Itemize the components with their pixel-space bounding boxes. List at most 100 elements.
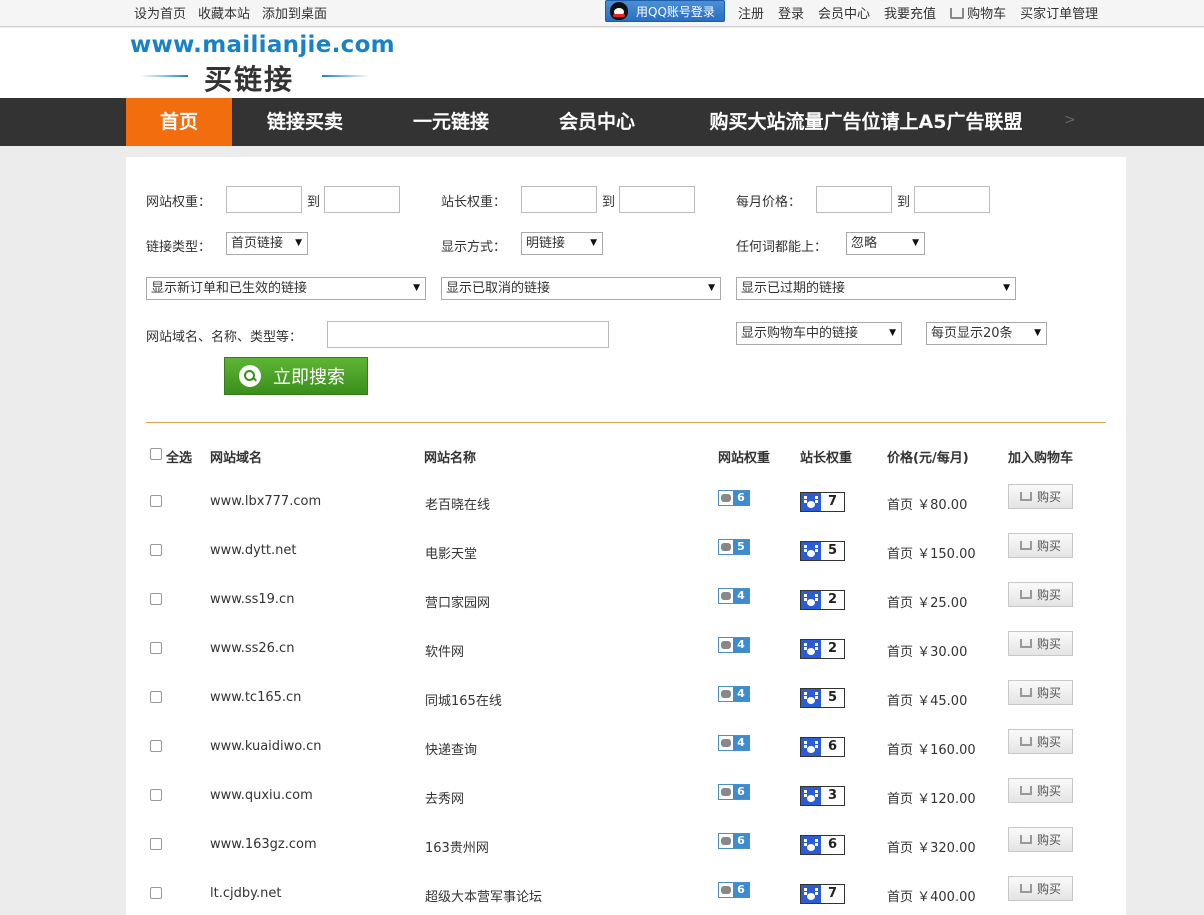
- price-max-input[interactable]: [914, 186, 990, 213]
- cart-icon: [1019, 639, 1032, 648]
- buy-label: 购买: [1036, 833, 1061, 847]
- site-weight-value: 4: [733, 736, 749, 750]
- any-word-label: 任何词都能上：: [736, 240, 828, 255]
- cart-link[interactable]: 购物车: [950, 3, 1006, 22]
- row-domain[interactable]: www.dytt.net: [210, 543, 296, 558]
- select-all-checkbox[interactable]: [150, 448, 162, 460]
- keyword-label: 网站域名、名称、类型等：: [146, 330, 303, 345]
- paw-icon: [801, 493, 821, 511]
- table-row: www.kuaidiwo.cn 快递查询 4 6 首页 ￥160.00 购买: [126, 722, 1126, 771]
- row-checkbox[interactable]: [150, 887, 162, 899]
- any-word-select[interactable]: 忽略 ▼: [846, 232, 925, 255]
- row-checkbox[interactable]: [150, 740, 162, 752]
- row-site-name: 营口家园网: [425, 596, 491, 611]
- row-checkbox[interactable]: [150, 495, 162, 507]
- buy-button[interactable]: 购买: [1008, 582, 1073, 607]
- nav-a5-ad[interactable]: 购买大站流量广告位请上A5广告联盟: [690, 98, 1042, 146]
- buy-button[interactable]: 购买: [1008, 484, 1073, 509]
- weight-icon: [719, 540, 733, 554]
- row-domain[interactable]: www.ss19.cn: [210, 592, 294, 607]
- row-checkbox[interactable]: [150, 789, 162, 801]
- order-status-value: 显示新订单和已生效的链接: [151, 281, 308, 296]
- cancelled-select[interactable]: 显示已取消的链接 ▼: [441, 277, 721, 300]
- row-domain[interactable]: www.tc165.cn: [210, 690, 301, 705]
- display-mode-value: 明链接: [526, 236, 566, 251]
- search-button[interactable]: 立即搜索: [224, 357, 368, 395]
- row-domain[interactable]: www.lbx777.com: [210, 494, 321, 509]
- expired-select[interactable]: 显示已过期的链接 ▼: [736, 277, 1016, 300]
- buy-button[interactable]: 购买: [1008, 631, 1073, 656]
- recharge-link[interactable]: 我要充值: [884, 3, 936, 22]
- row-checkbox[interactable]: [150, 691, 162, 703]
- site-weight-value: 5: [733, 540, 749, 554]
- owner-weight-value: 6: [827, 837, 838, 852]
- qq-login-button[interactable]: 用QQ账号登录: [605, 0, 725, 22]
- login-link[interactable]: 登录: [778, 3, 804, 22]
- owner-weight-max-input[interactable]: [619, 186, 695, 213]
- header-domain: 网站域名: [210, 451, 263, 466]
- nav-home[interactable]: 首页: [126, 98, 232, 146]
- select-all-label[interactable]: 全选: [166, 447, 192, 466]
- row-checkbox[interactable]: [150, 593, 162, 605]
- owner-weight-min-input[interactable]: [521, 186, 597, 213]
- row-domain[interactable]: www.quxiu.com: [210, 788, 313, 803]
- row-checkbox[interactable]: [150, 544, 162, 556]
- set-homepage-link[interactable]: 设为首页: [134, 3, 186, 22]
- row-price: 首页 ￥25.00: [887, 596, 968, 611]
- weight-icon: [719, 638, 733, 652]
- chevron-down-icon: ▼: [1003, 283, 1010, 293]
- row-domain[interactable]: www.ss26.cn: [210, 641, 294, 656]
- display-mode-select[interactable]: 明链接 ▼: [521, 232, 603, 255]
- buy-button[interactable]: 购买: [1008, 778, 1073, 803]
- row-domain[interactable]: www.163gz.com: [210, 837, 317, 852]
- keyword-input[interactable]: [327, 321, 609, 348]
- member-center-link[interactable]: 会员中心: [818, 3, 870, 22]
- link-type-label: 链接类型：: [146, 240, 212, 255]
- owner-weight-badge: 3: [800, 786, 845, 806]
- search-button-label: 立即搜索: [273, 367, 345, 388]
- site-weight-value: 4: [733, 638, 749, 652]
- nav-link-trade[interactable]: 链接买卖: [250, 98, 360, 146]
- per-page-select[interactable]: 每页显示20条 ▼: [926, 322, 1047, 345]
- row-site-name: 快递查询: [425, 743, 478, 758]
- buy-button[interactable]: 购买: [1008, 680, 1073, 705]
- row-checkbox[interactable]: [150, 838, 162, 850]
- owner-weight-value: 3: [827, 788, 838, 803]
- add-desktop-link[interactable]: 添加到桌面: [262, 3, 327, 22]
- site-weight-max-input[interactable]: [324, 186, 400, 213]
- nav-one-yuan[interactable]: 一元链接: [396, 98, 506, 146]
- link-type-select[interactable]: 首页链接 ▼: [226, 232, 308, 255]
- row-site-name: 电影天堂: [425, 547, 478, 562]
- paw-icon: [801, 689, 821, 707]
- order-status-select[interactable]: 显示新订单和已生效的链接 ▼: [146, 277, 426, 300]
- header-name: 网站名称: [424, 451, 477, 466]
- chevron-down-icon: ▼: [889, 328, 896, 338]
- table-row: lt.cjdby.net 超级大本营军事论坛 6 7 首页 ￥400.00 购买: [126, 869, 1126, 915]
- nav-more-arrow[interactable]: >: [1064, 112, 1076, 128]
- bookmark-link[interactable]: 收藏本站: [198, 3, 250, 22]
- table-row: www.ss19.cn 营口家园网 4 2 首页 ￥25.00 购买: [126, 575, 1126, 624]
- logo-url[interactable]: www.mailianjie.com: [130, 32, 395, 58]
- owner-weight-badge: 6: [800, 737, 845, 757]
- row-domain[interactable]: lt.cjdby.net: [210, 886, 281, 901]
- cart-icon: [1019, 737, 1032, 746]
- site-weight-min-input[interactable]: [226, 186, 302, 213]
- price-min-input[interactable]: [816, 186, 892, 213]
- top-bar: 设为首页 收藏本站 添加到桌面 用QQ账号登录 注册 登录 会员中心 我要充值 …: [0, 0, 1204, 27]
- logo-cn[interactable]: 买链接: [204, 58, 294, 98]
- buy-label: 购买: [1036, 784, 1061, 798]
- row-checkbox[interactable]: [150, 642, 162, 654]
- buy-button[interactable]: 购买: [1008, 729, 1073, 754]
- buy-button[interactable]: 购买: [1008, 533, 1073, 558]
- site-weight-value: 6: [733, 491, 749, 505]
- orders-link[interactable]: 买家订单管理: [1020, 3, 1098, 22]
- register-link[interactable]: 注册: [738, 3, 764, 22]
- row-domain[interactable]: www.kuaidiwo.cn: [210, 739, 322, 754]
- row-site-name: 163贵州网: [425, 841, 489, 856]
- buy-button[interactable]: 购买: [1008, 876, 1073, 901]
- owner-weight-badge: 2: [800, 639, 845, 659]
- cart-filter-select[interactable]: 显示购物车中的链接 ▼: [736, 322, 902, 345]
- buy-label: 购买: [1036, 490, 1061, 504]
- buy-button[interactable]: 购买: [1008, 827, 1073, 852]
- nav-member-center[interactable]: 会员中心: [542, 98, 652, 146]
